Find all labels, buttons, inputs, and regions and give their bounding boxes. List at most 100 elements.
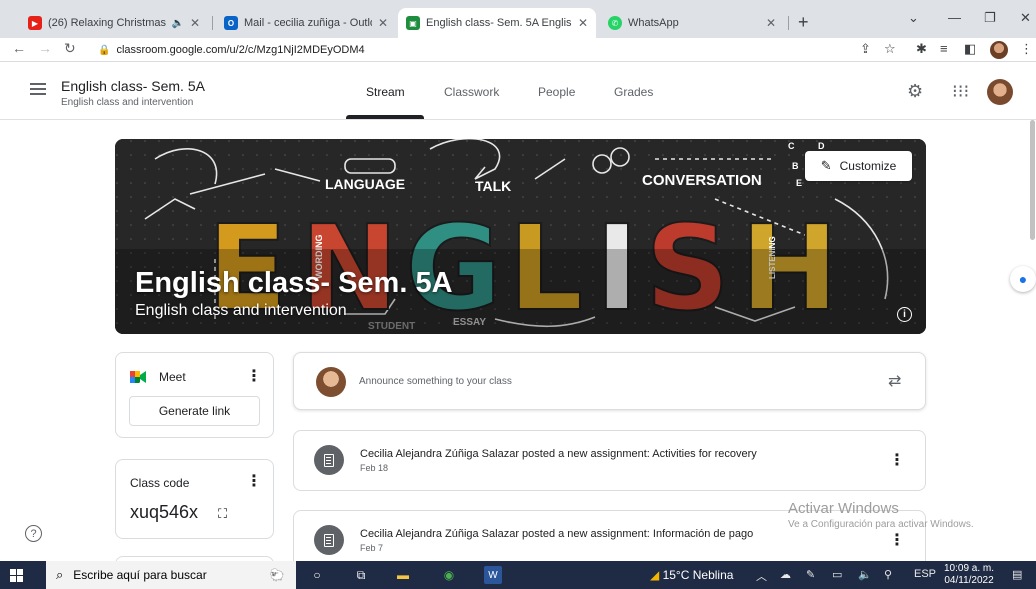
class-title[interactable]: English class- Sem. 5A (61, 78, 205, 94)
show-hidden-icons[interactable]: ︿ (756, 568, 767, 584)
info-icon[interactable]: i (897, 307, 912, 322)
taskbar-clock[interactable]: 10:09 a. m. 04/11/2022 (944, 563, 994, 587)
search-highlight-icon[interactable]: 🐑 (262, 566, 292, 584)
settings-gear-icon[interactable]: ⚙ (907, 81, 923, 102)
art-word-b: B (792, 161, 799, 171)
extensions-icon[interactable]: ✱ (916, 41, 927, 57)
customize-label: Customize (839, 159, 897, 173)
class-code-card: Class code ⋮ xuq546x ⛶ (115, 459, 274, 539)
search-icon: ⌕ (56, 567, 64, 582)
page-scrollbar[interactable] (1030, 120, 1035, 240)
tab-divider (788, 16, 789, 30)
address-bar[interactable]: 🔒 classroom.google.com/u/2/c/Mzg1NjI2MDE… (98, 40, 868, 60)
post-more-options-icon[interactable]: ⋮ (889, 453, 905, 469)
post-date: Feb 7 (360, 543, 384, 553)
back-icon[interactable]: ← (12, 40, 26, 56)
tab-title: WhatsApp (628, 17, 679, 29)
new-tab-button[interactable]: + (798, 12, 809, 33)
more-menu-icon[interactable]: ⋮ (1020, 41, 1033, 57)
post-title[interactable]: Cecilia Alejandra Zúñiga Salazar posted … (360, 528, 753, 540)
tab-divider (212, 16, 213, 30)
account-avatar[interactable] (987, 79, 1013, 105)
close-tab-icon[interactable]: ✕ (378, 16, 388, 30)
browser-tab-whatsapp[interactable]: ✆ WhatsApp ✕ (600, 8, 784, 38)
restore-button[interactable]: ❐ (984, 10, 996, 26)
generate-link-button[interactable]: Generate link (129, 396, 260, 426)
announce-placeholder[interactable]: Announce something to your class (359, 376, 512, 387)
google-meet-icon (130, 371, 146, 383)
art-word-c: C (788, 141, 795, 151)
art-word-d: D (818, 141, 825, 151)
banner-class-title: English class- Sem. 5A (135, 267, 453, 299)
user-avatar (316, 367, 346, 397)
weather-widget[interactable]: ◢ 15°C Neblina (650, 568, 733, 582)
banner-class-subtitle: English class and intervention (135, 302, 347, 319)
meet-card: Meet ⋮ Generate link (115, 352, 274, 438)
meet-more-options-icon[interactable]: ⋮ (246, 369, 262, 385)
announce-box[interactable]: Announce something to your class ⇄ (293, 352, 926, 410)
lock-icon[interactable]: 🔒 (98, 45, 110, 56)
main-menu-icon[interactable] (30, 83, 46, 95)
post-more-options-icon[interactable]: ⋮ (889, 533, 905, 549)
close-tab-icon[interactable]: ✕ (578, 16, 588, 30)
clock-time: 10:09 a. m. (944, 563, 995, 574)
fullscreen-icon[interactable]: ⛶ (218, 506, 227, 522)
side-panel-icon[interactable]: ◧ (964, 41, 976, 57)
assignment-icon (314, 525, 344, 555)
taskbar-search-input[interactable]: ⌕ Escribe aquí para buscar (46, 561, 296, 589)
voice-input-icon[interactable]: ● (1010, 266, 1036, 292)
stream-post[interactable]: Cecilia Alejandra Zúñiga Salazar posted … (293, 430, 926, 491)
close-tab-icon[interactable]: ✕ (190, 16, 200, 30)
activate-windows-title: Activar Windows (788, 500, 899, 517)
customize-button[interactable]: ✎ Customize (805, 151, 912, 181)
bookmark-star-icon[interactable]: ☆ (884, 41, 896, 57)
share-icon[interactable]: ⇪ (860, 41, 871, 57)
cortana-icon[interactable]: ○ (308, 566, 326, 584)
task-view-icon[interactable]: ⧉ (352, 566, 370, 584)
word-icon[interactable]: W (484, 566, 502, 584)
reuse-post-icon[interactable]: ⇄ (888, 371, 901, 391)
reading-list-icon[interactable]: ≡ (940, 41, 948, 56)
minimize-button[interactable]: — (948, 10, 961, 25)
art-word-conversation: CONVERSATION (642, 172, 762, 189)
browser-tab-outlook[interactable]: O Mail - cecilia zuñiga - Outlook ✕ (216, 8, 396, 38)
outlook-icon: O (224, 16, 238, 30)
assignment-icon (314, 445, 344, 475)
link-icon[interactable]: ⚲ (884, 568, 892, 581)
profile-avatar[interactable] (990, 41, 1008, 59)
volume-icon[interactable]: 🔈 (858, 568, 872, 581)
art-word-language: LANGUAGE (325, 176, 405, 192)
browser-tab-classroom[interactable]: ▣ English class- Sem. 5A English cl ✕ (398, 8, 596, 38)
tab-grades[interactable]: Grades (614, 85, 653, 99)
tab-people[interactable]: People (538, 85, 575, 99)
class-code-more-options-icon[interactable]: ⋮ (246, 474, 262, 490)
help-icon[interactable]: ? (25, 525, 42, 542)
windows-start-icon[interactable] (10, 569, 23, 582)
onedrive-icon[interactable]: ☁ (780, 568, 791, 581)
forward-icon[interactable]: → (38, 40, 52, 56)
class-code-label: Class code (130, 476, 190, 490)
class-code-value: xuq546x (130, 502, 199, 522)
audio-playing-icon[interactable]: 🔈 (171, 18, 183, 29)
youtube-icon: ▶ (28, 16, 42, 30)
tab-classwork[interactable]: Classwork (444, 85, 499, 99)
clock-date: 04/11/2022 (944, 575, 994, 586)
close-tab-icon[interactable]: ✕ (766, 16, 776, 30)
tab-stream[interactable]: Stream (366, 85, 405, 99)
weather-icon: ◢ (650, 568, 660, 582)
apps-grid-icon[interactable]: ⁝⁝⁝ (952, 81, 969, 102)
url-text: classroom.google.com/u/2/c/Mzg1NjI2MDEyO… (116, 44, 365, 56)
file-explorer-icon[interactable]: ▬ (394, 566, 412, 584)
tab-search-icon[interactable]: ⌄ (908, 10, 919, 26)
pencil-icon: ✎ (820, 158, 832, 173)
close-window-button[interactable]: ✕ (1020, 10, 1031, 26)
input-language[interactable]: ESP (914, 568, 936, 580)
network-icon[interactable]: ▭ (832, 568, 842, 581)
notifications-icon[interactable]: ▤ (1012, 568, 1022, 581)
pen-icon[interactable]: ✎ (806, 568, 815, 581)
tab-title: Mail - cecilia zuñiga - Outlook (244, 17, 372, 29)
post-title[interactable]: Cecilia Alejandra Zúñiga Salazar posted … (360, 448, 757, 460)
browser-tab-youtube[interactable]: ▶ (26) Relaxing Christmas Musi 🔈 ✕ (20, 8, 208, 38)
reload-icon[interactable]: ↻ (64, 40, 76, 57)
chrome-icon[interactable]: ◉ (440, 566, 458, 584)
